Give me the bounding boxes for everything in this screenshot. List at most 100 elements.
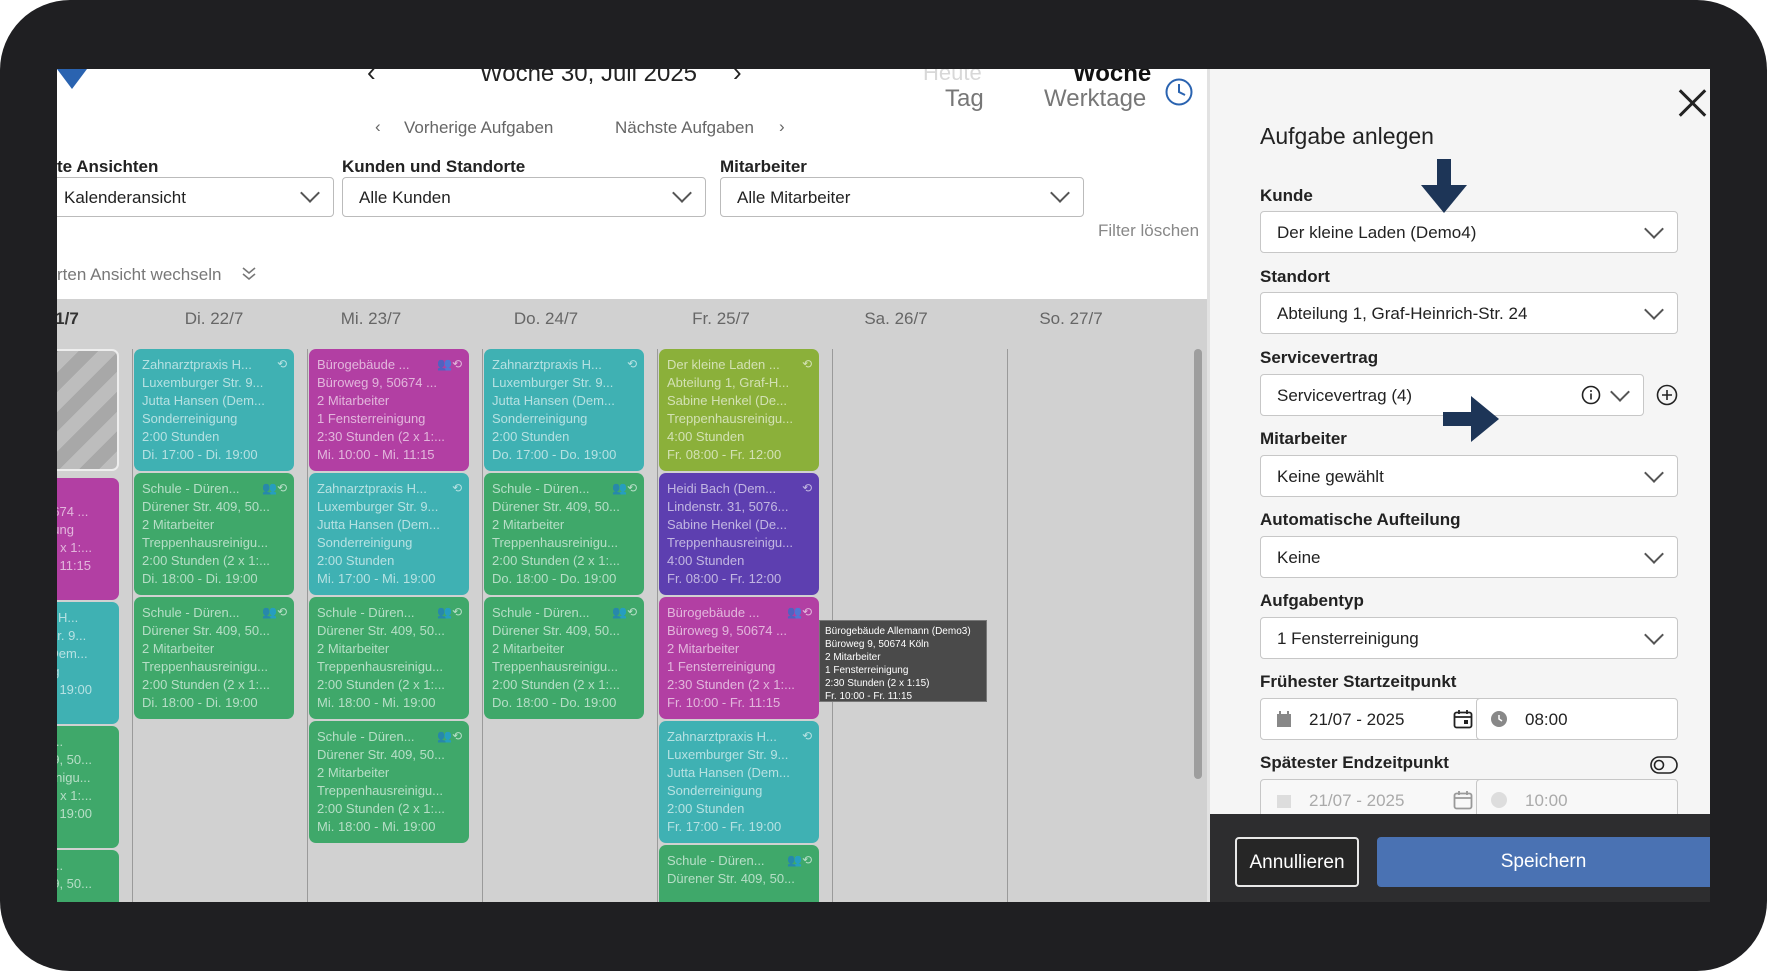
task-card-line: Di. 17:00 - Di. 19:00 [142,447,258,462]
task-card-line: n... [57,734,64,749]
task-card[interactable]: 👥⟲ Schule - Düren... Dürener Str. 409, 50.… [659,845,819,902]
task-card[interactable]: ... 0674 ... gung (2 x 1:... o. 11:15 [57,478,119,600]
views-select[interactable]: Kalenderansicht [57,177,334,217]
task-card[interactable]: is H... Str. 9... (Dem... ngo. 19:00 [57,602,119,724]
task-card[interactable]: ⟲ Der kleine Laden ... Abteilung 1, Graf-H… [659,349,819,471]
repeat-icon: ⟲ [451,481,462,495]
start-time-value: 08:00 [1525,710,1568,729]
task-card-line: Fr. 08:00 - Fr. 12:00 [667,447,782,462]
arrow-down-annotation-icon [1421,159,1467,213]
calendar-icon[interactable] [1453,790,1473,810]
mitarbeiter-select[interactable]: Keine gewählt [1260,455,1678,497]
chevron-down-icon [672,183,692,203]
day-header-thu: Do. 24/7 [513,309,579,328]
task-card[interactable]: 👥⟲ Schule - Düren... Dürener Str. 409, 50.… [309,597,469,719]
standort-select[interactable]: Abteilung 1, Graf-Heinrich-Str. 24 [1260,292,1678,334]
group-repeat-icon: 👥⟲ [787,605,812,619]
task-card[interactable]: 👥⟲ Schule - Düren... Dürener Str. 409, 50.… [134,597,294,719]
task-card-line: Jutta Hansen (Dem... [317,517,440,532]
tooltip-line: 2 Mitarbeiter [825,652,881,663]
task-card-line: 2:00 Stunden [492,429,570,444]
task-card-line: 2:00 Stunden (2 x 1:... [317,801,445,816]
start-time-input[interactable]: 08:00 [1476,698,1678,740]
calendar-icon[interactable] [1453,709,1473,729]
clock-small-icon [1491,792,1507,808]
task-card[interactable]: 👥⟲ Schule - Düren... Dürener Str. 409, 50.… [134,473,294,595]
start-date-input[interactable]: 21/07 - 2025 [1260,698,1486,740]
task-card-line: Zahnarztpraxis H... [667,729,777,744]
task-card[interactable]: n... 09, 50... [57,850,119,902]
task-card-line: Sabine Henkel (De... [667,393,787,408]
clock-icon[interactable] [1164,77,1194,107]
group-repeat-icon: 👥⟲ [437,605,462,619]
task-card-line: 2:30 Stunden (2 x 1:... [317,429,445,444]
task-card-line: Luxemburger Str. 9... [317,499,439,514]
task-card[interactable]: 👥⟲ Schule - Düren... Dürener Str. 409, 50.… [484,597,644,719]
task-card-line: 2:30 Stunden (2 x 1:... [667,677,795,692]
task-card-line: o. 11:15 [57,558,92,573]
calendar-scrollbar[interactable] [1194,349,1202,779]
task-card[interactable]: 👥⟲ Schule - Düren... Dürener Str. 409, 50.… [484,473,644,595]
task-card[interactable]: 👥⟲ Schule - Düren... Dürener Str. 409, 50.… [309,721,469,843]
prev-week-button[interactable]: ‹ [367,69,376,88]
double-chevron-down-icon[interactable] [241,265,257,281]
cancel-button[interactable]: Annullieren [1235,837,1359,887]
task-card[interactable]: ⟲ Heidi Bach (Dem... Lindenstr. 31, 5076..… [659,473,819,595]
view-heute[interactable]: Heute [923,69,982,86]
task-card[interactable]: n... 09, 50... einigu... (2 x 1:... o. 19:00 [57,726,119,848]
save-button[interactable]: Speichern [1377,837,1710,887]
employees-select[interactable]: Alle Mitarbeiter [720,177,1084,217]
add-circle-icon[interactable] [1656,384,1678,406]
prev-tasks-link[interactable]: Vorherige Aufgaben [404,118,553,138]
task-card-line: Treppenhausreinigu... [317,783,443,798]
view-werktage[interactable]: Werktage [1044,85,1146,113]
task-card[interactable]: 👥⟲ Bürogebäude ... Büroweg 9, 50674 ... 2 M… [659,597,819,719]
task-card[interactable]: 👥⟲ Bürogebäude ... Büroweg 9, 50674 ... 2 M… [309,349,469,471]
tooltip-line: Bürogebäude Allemann (Demo3) [825,626,971,637]
tooltip-line: Fr. 10:00 - Fr. 11:15 [825,691,913,702]
task-card[interactable]: ⟲ Zahnarztpraxis H... Luxemburger Str. 9..… [484,349,644,471]
calendar-area: ‹ Woche 30, Juli 2025 › Heute Tag Woche … [57,69,1207,902]
customers-select[interactable]: Alle Kunden [342,177,706,217]
task-card[interactable]: ⟲ Zahnarztpraxis H... Luxemburger Str. 9..… [309,473,469,595]
task-card-line: Büroweg 9, 50674 ... [317,375,437,390]
task-card-line: Abteilung 1, Graf-H... [667,375,790,390]
filter-icon[interactable] [57,69,87,91]
prev-tasks-chevron[interactable]: ‹ [375,117,381,137]
next-week-button[interactable]: › [733,69,742,88]
task-card-line: Luxemburger Str. 9... [142,375,264,390]
switch-view-link[interactable]: rten Ansicht wechseln [57,265,221,285]
kunde-select[interactable]: Der kleine Laden (Demo4) [1260,211,1678,253]
servicevertrag-label: Servicevertrag [1260,348,1379,367]
toggle-icon[interactable] [1650,756,1678,774]
task-card[interactable]: ⟲ Zahnarztpraxis H... Luxemburger Str. 9..… [134,349,294,471]
group-repeat-icon: 👥⟲ [262,605,287,619]
task-card-line: (2 x 1:... [57,788,92,803]
close-icon[interactable] [1676,87,1708,119]
task-card-line: is H... [57,610,79,625]
task-card-line: 2 Mitarbeiter [317,641,390,656]
start-label: Frühester Startzeitpunkt [1260,672,1457,691]
tooltip-line: Büroweg 9, 50674 Köln [825,639,929,650]
task-tooltip: Bürogebäude Allemann (Demo3) Büroweg 9, … [819,620,987,702]
task-card-line: Treppenhausreinigu... [142,535,268,550]
aufgabentyp-select[interactable]: 1 Fensterreinigung [1260,617,1678,659]
group-repeat-icon: 👥⟲ [437,357,462,371]
task-card-line: Do. 18:00 - Do. 19:00 [492,571,617,586]
start-date-value: 21/07 - 2025 [1309,710,1405,729]
task-card-line: Luxemburger Str. 9... [492,375,614,390]
repeat-icon: ⟲ [801,357,812,371]
task-card-line: Di. 18:00 - Di. 19:00 [142,571,258,586]
group-repeat-icon: 👥⟲ [262,481,287,495]
task-card-line: Zahnarztpraxis H... [317,481,427,496]
info-icon[interactable] [1581,385,1601,405]
aufteilung-select[interactable]: Keine [1260,536,1678,578]
filter-clear-link[interactable]: Filter löschen [1098,221,1199,241]
view-tag[interactable]: Tag [945,85,984,113]
task-card-line: Zahnarztpraxis H... [142,357,252,372]
task-card[interactable]: ⟲ Zahnarztpraxis H... Luxemburger Str. 9..… [659,721,819,843]
next-tasks-chevron[interactable]: › [779,117,785,137]
task-card-line: Sonderreinigung [317,535,413,550]
aufteilung-select-value: Keine [1277,548,1321,567]
next-tasks-link[interactable]: Nächste Aufgaben [615,118,754,138]
